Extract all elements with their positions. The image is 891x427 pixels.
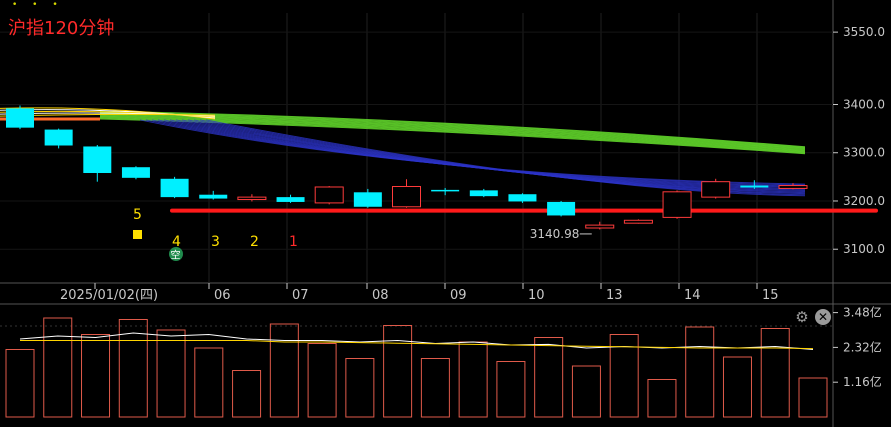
candle-body-down xyxy=(431,189,460,192)
date-label: 10 xyxy=(528,288,545,303)
volume-bar xyxy=(345,358,375,418)
candle-body-down xyxy=(6,108,34,128)
chart-title: 沪指120分钟 xyxy=(8,18,115,39)
volume-axis: 3.48亿 2.32亿 1.16亿 xyxy=(833,305,882,389)
gear-icon[interactable]: ⚙ xyxy=(794,309,810,325)
price-tick-label: 3300.0 xyxy=(843,146,885,160)
volume-bar xyxy=(496,361,526,418)
close-icon[interactable]: ✕ xyxy=(815,309,831,325)
date-label: 09 xyxy=(450,288,467,303)
volume-panel xyxy=(5,317,828,418)
chart-canvas[interactable]: 3140.9854 3 2 1空 3550.03400.03300.03200.031… xyxy=(0,0,891,427)
candle-body-up xyxy=(623,219,653,224)
candle-body-down xyxy=(121,167,150,178)
candle-body-down xyxy=(740,185,769,188)
volume-bar xyxy=(760,328,790,418)
price-tick-label: 3100.0 xyxy=(843,242,885,256)
short-signal-label: 空 xyxy=(171,249,181,262)
volume-bar xyxy=(5,349,35,418)
volume-bar xyxy=(722,356,752,418)
volume-bar xyxy=(156,329,186,418)
count-label: 3 xyxy=(211,234,220,250)
volume-bar xyxy=(194,347,224,418)
candle-body-down xyxy=(508,194,537,202)
candle-body-up xyxy=(585,224,615,229)
price-tick-label: 3550.0 xyxy=(843,25,885,39)
candle-body-up xyxy=(778,185,808,189)
volume-tick-label: 3.48亿 xyxy=(843,305,882,320)
date-label: 08 xyxy=(372,288,389,303)
volume-bar xyxy=(534,337,564,418)
candle-body-down xyxy=(44,129,73,146)
volume-tick-label: 1.16亿 xyxy=(843,374,882,389)
volume-bar xyxy=(232,370,262,418)
candle-body-down xyxy=(276,197,305,202)
volume-bar xyxy=(383,325,413,418)
volume-bar xyxy=(647,379,677,418)
price-axis: 3550.0 3400.0 3300.0 3200.0 3100.0 xyxy=(833,25,885,256)
green-ma-line xyxy=(99,117,806,153)
date-label: 07 xyxy=(292,288,309,303)
date-label: 13 xyxy=(606,288,623,303)
volume-ma-line-short xyxy=(19,332,814,350)
volume-tick-label: 2.32亿 xyxy=(843,339,882,354)
candle-body-up xyxy=(662,191,692,218)
candle-body-up xyxy=(314,186,344,204)
volume-bar xyxy=(420,358,450,418)
volume-bar xyxy=(269,323,299,418)
date-label: 14 xyxy=(684,288,701,303)
candle-body-down xyxy=(160,178,189,198)
volume-bar xyxy=(458,341,488,418)
date-axis: 2025/01/02(四) 06 07 08 09 10 13 14 15 xyxy=(60,283,779,303)
volume-bar xyxy=(571,365,601,418)
moving-average-bands xyxy=(0,107,806,197)
marker-square xyxy=(133,230,142,239)
candle-body-up xyxy=(701,181,731,198)
volume-bar xyxy=(43,317,73,418)
volume-bar xyxy=(307,343,337,418)
price-tick-label: 3400.0 xyxy=(843,97,885,111)
candle-body-down xyxy=(83,146,112,173)
volume-bar xyxy=(798,377,828,418)
price-tick-label: 3200.0 xyxy=(843,194,885,208)
count-label: 5 xyxy=(133,207,142,223)
count-label: 1 xyxy=(289,234,298,250)
low-price-label: 3140.98 xyxy=(530,227,580,241)
volume-bar xyxy=(685,326,715,418)
dot-indicators: • • • xyxy=(12,0,64,10)
date-label: 2025/01/02(四) xyxy=(60,288,158,303)
count-label: 2 xyxy=(250,234,259,250)
volume-bar xyxy=(81,334,111,418)
date-label: 06 xyxy=(214,288,231,303)
candle-body-down xyxy=(353,192,382,207)
candle-body-down xyxy=(199,194,228,199)
date-label: 15 xyxy=(762,288,779,303)
candle-body-up xyxy=(392,186,421,208)
candle-body-down xyxy=(469,190,498,197)
candle-body-up xyxy=(237,196,267,201)
candle-body-down xyxy=(547,201,576,216)
